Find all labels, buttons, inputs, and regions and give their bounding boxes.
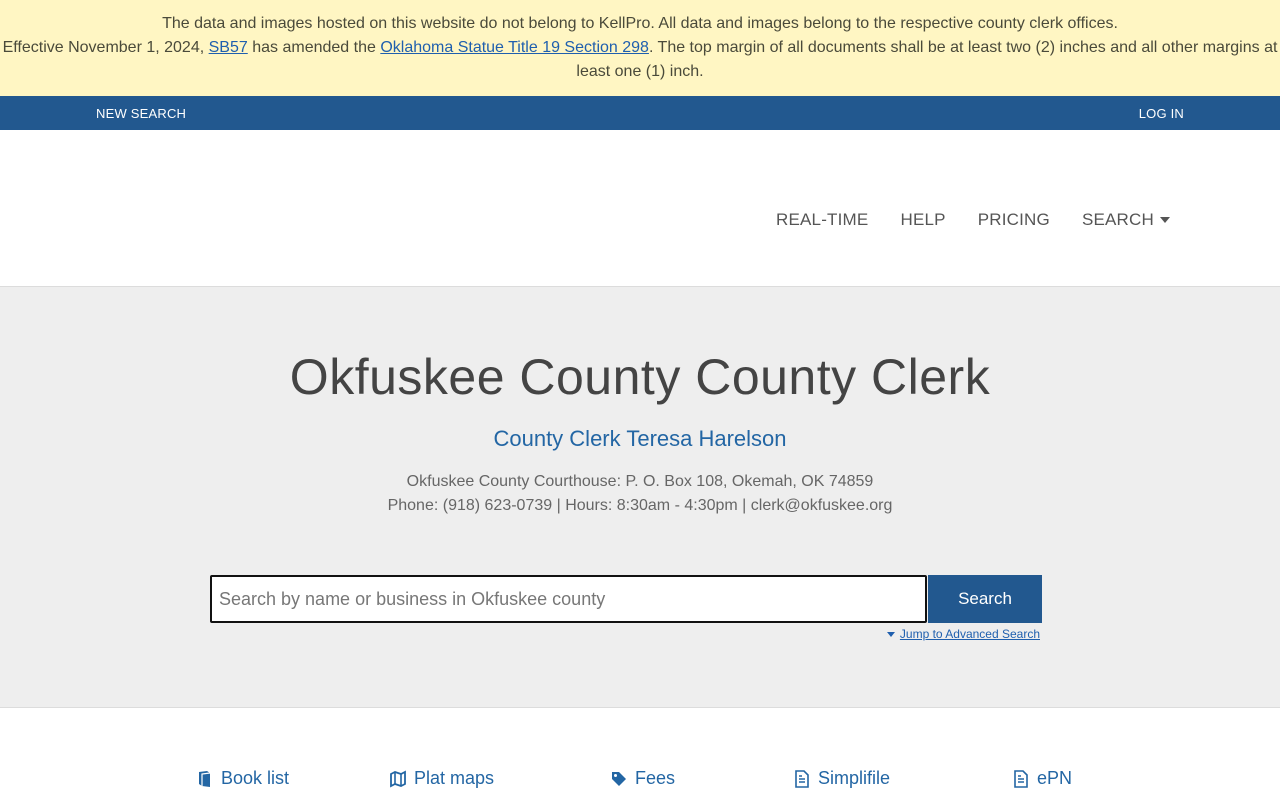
notice-banner: The data and images hosted on this websi…: [0, 0, 1280, 96]
quick-link-label: ePN: [1037, 768, 1073, 788]
tag-icon: [612, 771, 626, 786]
page-title: Okfuskee County County Clerk: [289, 349, 991, 405]
office-contact: Phone: (918) 623-0739 | Hours: 8:30am - …: [387, 497, 893, 514]
statute-link[interactable]: Oklahoma Statue Title 19 Section 298: [380, 39, 649, 56]
office-info: Okfuskee County Courthouse: P. O. Box 10…: [0, 470, 1280, 518]
search-button[interactable]: Search: [928, 575, 1042, 623]
sb57-link[interactable]: SB57: [209, 39, 248, 56]
search-bar: Search: [210, 575, 1042, 623]
advanced-search-link[interactable]: Jump to Advanced Search: [900, 627, 1040, 641]
main-nav: REAL-TIME HELP PRICING SEARCH: [776, 210, 1170, 230]
notice-line-1: The data and images hosted on this websi…: [162, 15, 1118, 32]
office-address: Okfuskee County Courthouse: P. O. Box 10…: [406, 473, 874, 490]
nav-search-dropdown[interactable]: SEARCH: [1082, 210, 1170, 230]
nav-help[interactable]: HELP: [900, 210, 945, 230]
quick-link-plat-maps[interactable]: Plat maps: [390, 768, 494, 789]
quick-link-book-list[interactable]: Book list: [197, 768, 289, 789]
caret-down-icon: [1160, 217, 1170, 223]
hero-section: Okfuskee County County Clerk County Cler…: [0, 287, 1280, 708]
advanced-search-toggle: Jump to Advanced Search: [886, 627, 1040, 641]
document-icon: [795, 769, 809, 788]
quick-link-fees[interactable]: Fees: [611, 768, 675, 789]
nav-pricing[interactable]: PRICING: [978, 210, 1050, 230]
quick-link-label: Fees: [635, 768, 676, 788]
clerk-name: County Clerk Teresa Harelson: [493, 426, 787, 451]
map-icon: [390, 770, 406, 787]
quick-link-simplifile[interactable]: Simplifile: [794, 768, 890, 789]
notice-line-2: Effective November 1, 2024, SB57 has ame…: [2, 39, 1278, 80]
document-icon: [1014, 769, 1028, 788]
book-icon: [199, 770, 211, 787]
new-search-link[interactable]: NEW SEARCH: [96, 106, 186, 121]
quick-link-epn[interactable]: ePN: [1013, 768, 1072, 789]
caret-down-icon: [886, 631, 895, 637]
nav-search-label: SEARCH: [1081, 210, 1154, 229]
nav-real-time[interactable]: REAL-TIME: [776, 210, 868, 230]
login-link[interactable]: LOG IN: [1139, 106, 1184, 121]
quick-link-label: Simplifile: [818, 768, 891, 788]
site-header: REAL-TIME HELP PRICING SEARCH: [0, 130, 1280, 287]
quick-link-label: Plat maps: [414, 768, 495, 788]
top-bar: NEW SEARCH LOG IN: [0, 96, 1280, 130]
quick-link-label: Book list: [221, 768, 290, 788]
search-input[interactable]: [210, 575, 927, 623]
